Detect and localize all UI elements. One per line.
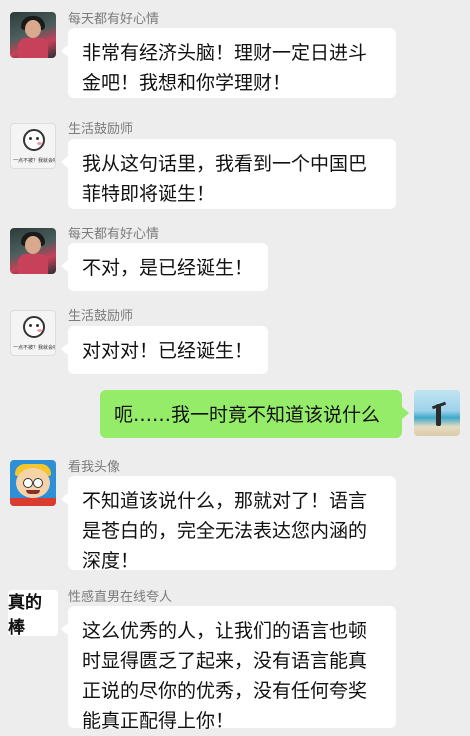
cartoon-avatar[interactable] (10, 460, 56, 506)
message-line: 非常有经济头脑！理财一定日进斗 (82, 42, 368, 64)
message-line: 这么优秀的人，让我们的语言也顿 (82, 620, 368, 642)
message-line: 能真正配得上你！ (82, 710, 235, 732)
message-line: 是苍白的，完全无法表达您内涵的 (82, 520, 368, 542)
doodle-avatar[interactable]: 一点不被？我就会呢？ (10, 123, 56, 169)
beach-photo-avatar[interactable] (414, 390, 460, 436)
message-line: 时显得匮乏了起来，没有语言能真 (82, 650, 368, 672)
girl-photo-avatar[interactable] (10, 228, 56, 274)
message-bubble[interactable]: 非常有经济头脑！理财一定日进斗 金吧！我想和你学理财！ (61, 28, 396, 98)
message-line: 金吧！我想和你学理财！ (82, 72, 292, 94)
sender-name: 性感直男在线夸人 (68, 590, 173, 605)
avatar-caption: 一点不被？我就会呢？ (13, 345, 55, 351)
message-line: 不对，是已经诞生！ (82, 257, 254, 279)
sender-name: 生活鼓励师 (68, 309, 134, 324)
avatar-caption: 一点不被？我就会呢？ (13, 158, 55, 164)
sender-name: 每天都有好心情 (68, 12, 160, 27)
doodle-avatar[interactable]: 一点不被？我就会呢？ (10, 310, 56, 356)
message-line: 深度！ (82, 550, 140, 572)
message-bubble[interactable]: 我从这句话里，我看到一个中国巴 菲特即将诞生！ (61, 139, 396, 209)
message-line: 呃……我一时竟不知道该说什么 (114, 404, 381, 426)
sender-name: 看我头像 (68, 460, 121, 475)
message-bubble[interactable]: 不对，是已经诞生！ (61, 243, 268, 291)
text-avatar[interactable]: 真的棒 (8, 590, 58, 636)
message-line: 正说的尽你的优秀，没有任何夸奖 (82, 680, 368, 702)
message-line: 对对对！已经诞生！ (82, 340, 254, 362)
sender-name: 每天都有好心情 (68, 227, 160, 242)
avatar-text: 真的棒 (8, 593, 42, 636)
message-bubble[interactable]: 这么优秀的人，让我们的语言也顿 时显得匮乏了起来，没有语言能真 正说的尽你的优秀… (61, 606, 396, 732)
message-line: 我从这句话里，我看到一个中国巴 (82, 153, 368, 175)
girl-photo-avatar[interactable] (10, 12, 56, 58)
sender-name: 生活鼓励师 (68, 122, 134, 137)
message-line: 不知道该说什么，那就对了！语言 (82, 490, 368, 512)
message-bubble[interactable]: 不知道该说什么，那就对了！语言 是苍白的，完全无法表达您内涵的 深度！ (61, 476, 396, 572)
message-bubble[interactable]: 对对对！已经诞生！ (61, 326, 268, 374)
message-bubble-self[interactable]: 呃……我一时竟不知道该说什么 (100, 390, 409, 438)
message-line: 菲特即将诞生！ (82, 183, 216, 205)
